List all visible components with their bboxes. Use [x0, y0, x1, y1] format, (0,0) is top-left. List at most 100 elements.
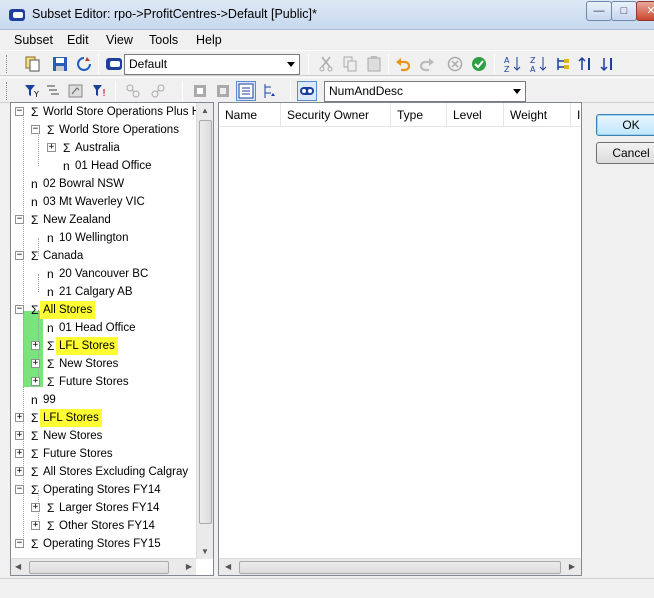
chevron-down-icon[interactable]	[287, 62, 295, 67]
column-header-weight[interactable]: Weight	[504, 103, 571, 127]
tree-hscroll-thumb[interactable]	[29, 561, 169, 574]
scroll-left-icon[interactable]: ◀	[225, 562, 231, 571]
copy-icon[interactable]	[22, 54, 42, 74]
collapse-icon[interactable]: −	[15, 305, 24, 314]
tree-vscroll-thumb[interactable]	[199, 120, 212, 524]
tree-item[interactable]: + Σ Future Stores	[11, 373, 196, 391]
paste-icon[interactable]	[364, 54, 384, 74]
keep-icon[interactable]	[190, 81, 210, 101]
tree-item[interactable]: n 21 Calgary AB	[11, 283, 196, 301]
collapse-icon[interactable]: −	[15, 539, 24, 548]
delete-icon[interactable]	[213, 81, 233, 101]
alias-combo[interactable]: NumAndDesc	[324, 81, 526, 102]
hierarchy-icon[interactable]	[259, 81, 279, 101]
tree-item[interactable]: n 99	[11, 391, 196, 409]
tree-horizontal-scrollbar[interactable]: ◀ ▶	[11, 558, 196, 575]
expand-icon[interactable]: +	[31, 377, 40, 386]
menu-help[interactable]: Help	[196, 33, 222, 47]
column-header-type[interactable]: Type	[391, 103, 447, 127]
collapse-icon[interactable]: −	[15, 251, 24, 260]
cancel-button[interactable]: Cancel	[596, 142, 654, 164]
list-horizontal-scrollbar[interactable]: ◀ ▶	[219, 558, 581, 575]
tree-item[interactable]: − Σ World Store Operations Plus HC	[11, 103, 208, 121]
list-hscroll-thumb[interactable]	[239, 561, 561, 574]
toolbar-grip[interactable]	[6, 55, 9, 73]
alias-icon[interactable]	[297, 81, 317, 101]
tree-item[interactable]: − Σ Canada	[11, 247, 196, 265]
refresh-icon[interactable]	[74, 54, 94, 74]
column-header-level[interactable]: Level	[447, 103, 504, 127]
scroll-up-icon[interactable]: ▲	[201, 106, 209, 115]
minimize-button[interactable]: —	[586, 1, 612, 21]
expand-icon[interactable]: +	[31, 359, 40, 368]
expand-icon[interactable]: +	[15, 467, 24, 476]
expand-icon[interactable]: +	[31, 521, 40, 530]
redo-icon[interactable]	[417, 54, 437, 74]
toolbar-grip[interactable]	[6, 82, 9, 100]
tree-item[interactable]: n 01 Head Office	[11, 157, 196, 175]
ok-button[interactable]: OK	[596, 114, 654, 136]
filter-by-level-icon[interactable]	[44, 81, 64, 101]
menu-subset[interactable]: Subset	[14, 33, 53, 47]
sort-ascending-icon[interactable]: AZ	[503, 54, 523, 74]
sort-index-up-icon[interactable]	[576, 54, 596, 74]
maximize-button[interactable]: □	[611, 1, 637, 21]
cancel-icon[interactable]	[445, 54, 465, 74]
scroll-down-icon[interactable]: ▼	[201, 547, 209, 556]
expand-icon[interactable]: +	[31, 503, 40, 512]
tree-item[interactable]: − Σ Operating Stores FY14	[11, 481, 196, 499]
check-icon[interactable]	[469, 54, 489, 74]
tree-item[interactable]: + Σ Other Stores FY14	[11, 517, 196, 535]
chevron-down-icon[interactable]	[513, 89, 521, 94]
tree-item[interactable]: n 02 Bowral NSW	[11, 175, 196, 193]
hierarchy-sort-icon[interactable]	[553, 54, 573, 74]
tree-item[interactable]: + Σ Future Stores	[11, 445, 196, 463]
tree-item[interactable]: + Σ LFL Stores	[11, 337, 196, 355]
column-header-security-owner[interactable]: Security Owner	[281, 103, 391, 127]
tree-item[interactable]: + Σ Larger Stores FY14	[11, 499, 196, 517]
tree-item[interactable]: n 01 Head Office	[11, 319, 196, 337]
menu-view[interactable]: View	[106, 33, 133, 47]
expand-icon[interactable]: +	[31, 341, 40, 350]
tree-item[interactable]: n 03 Mt Waverley VIC	[11, 193, 196, 211]
tree-item[interactable]: + Σ All Stores Excluding Calgray	[11, 463, 196, 481]
tree-item[interactable]: + Σ LFL Stores	[11, 409, 196, 427]
tree-item[interactable]: − Σ All Stores	[11, 301, 196, 319]
expand-icon[interactable]: +	[15, 449, 24, 458]
menu-tools[interactable]: Tools	[149, 33, 178, 47]
expand-icon[interactable]: +	[47, 143, 56, 152]
filter-by-attribute-icon[interactable]: Y	[22, 81, 42, 101]
collapse-icon[interactable]	[148, 81, 168, 101]
tree-item[interactable]: − Σ New Zealand	[11, 211, 196, 229]
tree-vertical-scrollbar[interactable]: ▲ ▼	[196, 103, 213, 559]
collapse-icon[interactable]: −	[31, 125, 40, 134]
properties-list[interactable]: Name Security Owner Type Level Weight I …	[218, 102, 582, 576]
collapse-icon[interactable]: −	[15, 485, 24, 494]
tree-item[interactable]: + Σ New Stores	[11, 355, 196, 373]
tree-item[interactable]: − Σ World Store Operations	[11, 121, 196, 139]
tree-item[interactable]: + Σ New Stores	[11, 427, 196, 445]
filter-by-value-icon[interactable]: !	[90, 81, 110, 101]
save-icon[interactable]	[50, 54, 70, 74]
expand-icon[interactable]: +	[15, 431, 24, 440]
properties-window-icon[interactable]	[236, 81, 256, 101]
close-button[interactable]: ✕	[636, 1, 654, 21]
collapse-icon[interactable]: −	[15, 107, 24, 116]
menu-edit[interactable]: Edit	[67, 33, 89, 47]
filter-by-expression-icon[interactable]	[66, 81, 86, 101]
column-header-name[interactable]: Name	[219, 103, 281, 127]
collapse-icon[interactable]: −	[15, 215, 24, 224]
sort-descending-icon[interactable]: ZA	[529, 54, 549, 74]
subset-tree[interactable]: − Σ World Store Operations Plus HC − Σ World …	[10, 102, 214, 576]
tree-item[interactable]: n 20 Vancouver BC	[11, 265, 196, 283]
tree-item[interactable]: − Σ Operating Stores FY15	[11, 535, 196, 553]
scroll-right-icon[interactable]: ▶	[186, 562, 192, 571]
scroll-right-icon[interactable]: ▶	[569, 562, 575, 571]
expand-above-icon[interactable]	[123, 81, 143, 101]
undo-icon[interactable]	[393, 54, 413, 74]
tree-item[interactable]: + Σ Australia	[11, 139, 196, 157]
column-header-index[interactable]: I	[571, 103, 581, 127]
subset-name-combo[interactable]: Default	[124, 54, 300, 75]
expand-icon[interactable]: +	[15, 413, 24, 422]
tree-item[interactable]: n 10 Wellington	[11, 229, 196, 247]
